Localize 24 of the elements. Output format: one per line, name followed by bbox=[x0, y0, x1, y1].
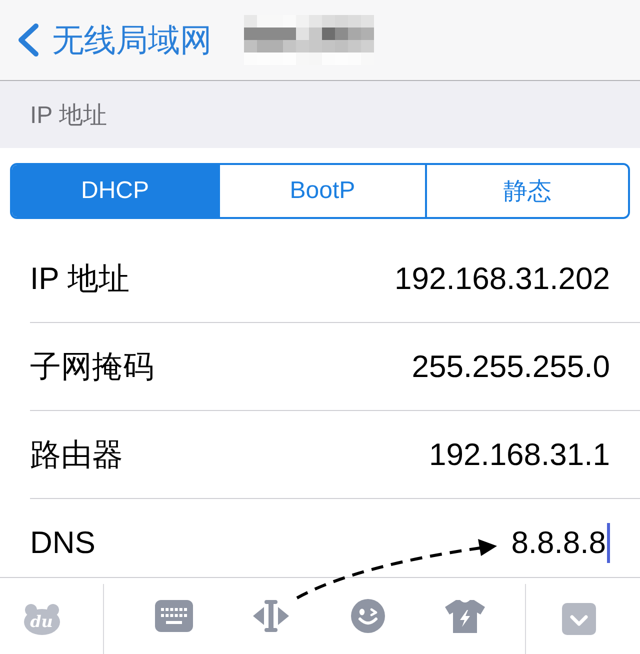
field-label: IP 地址 bbox=[30, 260, 130, 298]
cursor-move-icon bbox=[252, 600, 290, 632]
skin-button[interactable] bbox=[444, 599, 484, 633]
winking-face-icon bbox=[350, 599, 384, 633]
emoji-button[interactable] bbox=[350, 599, 384, 633]
field-value: 255.255.255.0 bbox=[412, 348, 610, 384]
field-label: 子网掩码 bbox=[30, 348, 154, 386]
field-label: DNS bbox=[30, 524, 96, 560]
segment-tab[interactable]: 静态 bbox=[425, 165, 628, 217]
field-value: 192.168.31.1 bbox=[428, 436, 610, 472]
t-shirt-lightning-icon bbox=[444, 599, 484, 633]
keyboard-button[interactable] bbox=[154, 600, 192, 632]
back-button[interactable]: 无线局域网 bbox=[16, 20, 212, 60]
chevron-left-icon bbox=[16, 23, 40, 57]
input-field[interactable]: 8.8.8.8 bbox=[511, 522, 610, 562]
field-value: 192.168.31.202 bbox=[394, 260, 610, 296]
cursor-move-button[interactable] bbox=[252, 600, 290, 632]
bear-head-icon bbox=[22, 603, 60, 635]
section-header: IP 地址 bbox=[30, 100, 107, 130]
keyboard-hide-icon bbox=[562, 603, 596, 635]
keyboard-icon bbox=[154, 600, 192, 632]
hide-keyboard-button[interactable] bbox=[562, 603, 596, 635]
segment-tab[interactable]: DHCP bbox=[12, 165, 218, 217]
field-label: 路由器 bbox=[30, 436, 123, 474]
